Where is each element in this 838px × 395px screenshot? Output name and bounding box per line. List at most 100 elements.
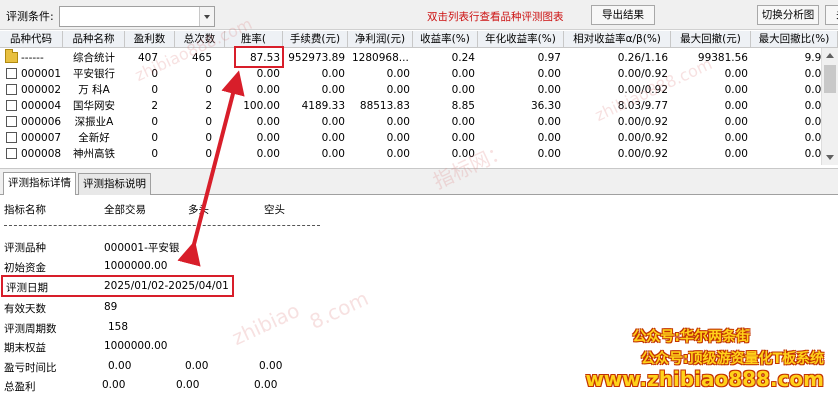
col-code[interactable]: 品种代码 (0, 31, 63, 48)
detail-header-short: 空头 (264, 204, 285, 216)
table-row[interactable]: ------ 综合统计 407 465 87.53 952973.89 1280… (0, 49, 838, 66)
chevron-down-icon[interactable] (199, 7, 214, 26)
cell-wins: 0 (151, 84, 158, 96)
close-button[interactable]: 关 (825, 5, 838, 25)
promo-line: 公众号:顶级游资量化T板系统 (640, 351, 824, 367)
table-header: 品种代码 品种名称 盈利数 总次数 胜率( 手续费(元) 净利润(元) 收益率(… (0, 31, 838, 48)
cell-wins: 2 (151, 100, 158, 112)
cell-total: 465 (191, 52, 212, 64)
detail-value-short: 0.00 (259, 360, 283, 372)
cell-name: 综合统计 (73, 52, 115, 64)
col-return[interactable]: 收益率(%) (413, 31, 478, 48)
tab-indicator-details[interactable]: 评测指标详情 (3, 172, 76, 196)
cell-maxdd: 0.00 (724, 116, 748, 128)
scroll-thumb[interactable] (824, 65, 836, 93)
promo-line: 公众号:华尔两条街 (632, 329, 750, 345)
condition-select[interactable] (59, 6, 215, 27)
export-button[interactable]: 导出结果 (591, 5, 655, 25)
cell-name: 万 科A (78, 84, 110, 96)
table-row[interactable]: 000006 深振业A 0 0 0.00 0.00 0.00 0.00 0.00… (0, 114, 838, 130)
col-total[interactable]: 总次数 (175, 31, 225, 48)
cell-profit: 0.00 (386, 132, 410, 144)
table-row[interactable]: 000008 神州高铁 0 0 0.00 0.00 0.00 0.00 0.00… (0, 146, 838, 162)
cell-maxdd: 0.00 (724, 100, 748, 112)
table-row[interactable]: 000004 国华网安 2 2 100.00 4189.33 88513.83 … (0, 98, 838, 114)
cell-return: 0.00 (451, 148, 475, 160)
cell-maxddpct: 0.00 (804, 148, 828, 160)
cell-maxddpct: 0.00 (804, 132, 828, 144)
cell-annual: 0.00 (537, 68, 561, 80)
cell-maxdd: 0.00 (724, 148, 748, 160)
cell-annual: 0.00 (537, 116, 561, 128)
cell-name: 国华网安 (73, 100, 115, 112)
cell-return: 0.00 (451, 116, 475, 128)
cell-fee: 952973.89 (288, 52, 345, 64)
cell-profit: 0.00 (386, 116, 410, 128)
cell-alpha: 0.26/1.16 (617, 52, 668, 64)
detail-label: 期末权益 (4, 342, 46, 354)
cell-wins: 407 (137, 52, 158, 64)
cell-wins: 0 (151, 148, 158, 160)
table-scrollbar[interactable] (821, 48, 838, 165)
cell-profit: 0.00 (386, 84, 410, 96)
detail-value: 000001-平安银 (104, 242, 180, 254)
row-checkbox[interactable] (6, 116, 17, 127)
row-checkbox[interactable] (6, 148, 17, 159)
col-profit[interactable]: 净利润(元) (348, 31, 413, 48)
cell-fee: 0.00 (321, 116, 345, 128)
col-name[interactable]: 品种名称 (63, 31, 125, 48)
cell-fee: 0.00 (321, 84, 345, 96)
table-row[interactable]: 000007 全新好 0 0 0.00 0.00 0.00 0.00 0.00 … (0, 130, 838, 146)
col-wins[interactable]: 盈利数 (125, 31, 175, 48)
detail-value: 158 (108, 321, 129, 333)
cell-code: 000008 (21, 148, 62, 160)
cell-return: 0.00 (451, 84, 475, 96)
cell-maxddpct: 0.00 (804, 84, 828, 96)
cell-fee: 0.00 (321, 68, 345, 80)
row-checkbox[interactable] (6, 84, 17, 95)
cell-name: 神州高铁 (73, 148, 115, 160)
cell-maxddpct: 0.00 (804, 116, 828, 128)
col-fee[interactable]: 手续费(元) (283, 31, 348, 48)
detail-value-long: 0.00 (176, 379, 200, 391)
col-maxdd[interactable]: 最大回撤(元) (671, 31, 751, 48)
cell-code: 000006 (21, 116, 62, 128)
cell-fee: 0.00 (321, 148, 345, 160)
cell-maxddpct: 9.91 (804, 52, 828, 64)
cell-code: 000002 (21, 84, 62, 96)
switch-chart-button[interactable]: 切换分析图 (757, 5, 819, 25)
col-maxddpct[interactable]: 最大回撤比(%) (751, 31, 838, 48)
annotation-box-winrate (234, 46, 284, 68)
scroll-up-icon[interactable] (822, 48, 838, 63)
cell-wins: 0 (151, 68, 158, 80)
row-checkbox[interactable] (6, 68, 17, 79)
cell-fee: 4189.33 (301, 100, 345, 112)
cell-maxdd: 0.00 (724, 132, 748, 144)
col-alpha[interactable]: 相对收益率α/β(%) (564, 31, 671, 48)
table-row[interactable]: 000001 平安银行 0 0 0.00 0.00 0.00 0.00 0.00… (0, 66, 838, 82)
col-annual[interactable]: 年化收益率(%) (478, 31, 564, 48)
cell-maxddpct: 0.00 (804, 68, 828, 80)
detail-label: 评测周期数 (4, 323, 57, 335)
toolbar: 评测条件: 双击列表行查看品种评测图表 导出结果 切换分析图 关 (0, 0, 838, 30)
table-row[interactable]: 000002 万 科A 0 0 0.00 0.00 0.00 0.00 0.00… (0, 82, 838, 98)
cell-alpha: 0.00/0.92 (617, 148, 668, 160)
detail-value-short: 0.00 (254, 379, 278, 391)
cell-profit: 1280968... (352, 52, 409, 64)
detail-label: 有效天数 (4, 303, 46, 315)
row-checkbox[interactable] (6, 132, 17, 143)
annotation-arrow-icon (177, 70, 245, 267)
cell-annual: 0.00 (537, 84, 561, 96)
cell-wins: 0 (151, 116, 158, 128)
tab-indicator-description[interactable]: 评测指标说明 (78, 173, 151, 196)
cell-maxddpct: 0.00 (804, 100, 828, 112)
row-checkbox[interactable] (6, 100, 17, 111)
cell-maxdd: 0.00 (724, 68, 748, 80)
scroll-down-icon[interactable] (822, 150, 838, 165)
cell-alpha: 0.00/0.92 (617, 116, 668, 128)
detail-header-name: 指标名称 (4, 204, 46, 216)
cell-profit: 0.00 (386, 148, 410, 160)
detail-label: 初始资金 (4, 262, 46, 274)
cell-alpha: 8.03/9.77 (617, 100, 668, 112)
cell-name: 全新好 (78, 132, 110, 144)
